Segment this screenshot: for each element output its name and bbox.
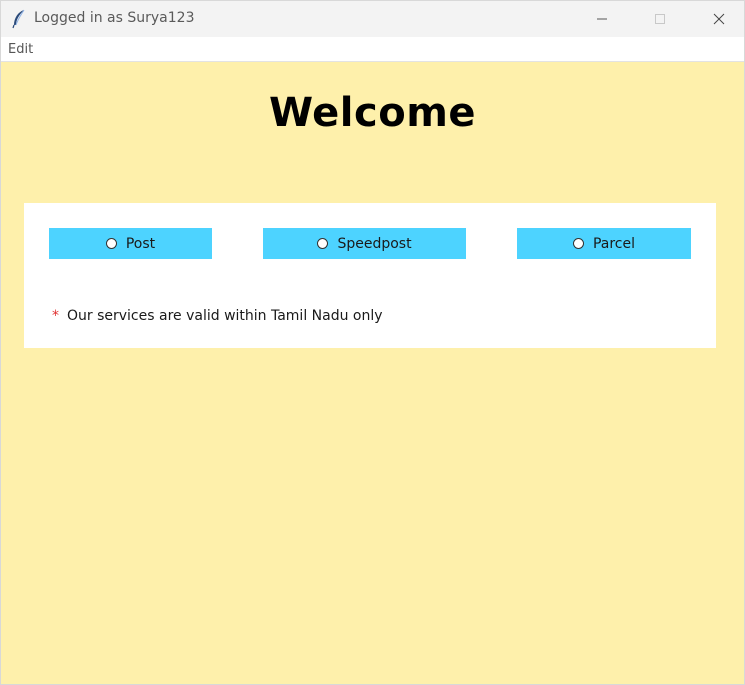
- close-icon: [713, 10, 725, 29]
- app-window: Logged in as Surya123 Edit Welcome Post …: [0, 0, 745, 685]
- maximize-icon: [654, 10, 666, 29]
- minimize-icon: [596, 10, 608, 29]
- maximize-button[interactable]: [637, 1, 683, 37]
- menu-item-edit[interactable]: Edit: [8, 42, 33, 57]
- required-marker: *: [52, 308, 59, 324]
- feather-icon: [11, 9, 27, 29]
- title-bar[interactable]: Logged in as Surya123: [1, 1, 744, 37]
- parcel-option[interactable]: Parcel: [517, 228, 691, 259]
- page-title: Welcome: [268, 90, 477, 136]
- main-content: Welcome Post Speedpost Parcel * Our servi…: [1, 62, 744, 684]
- service-note: * Our services are valid within Tamil Nad…: [52, 308, 383, 324]
- service-panel: Post Speedpost Parcel * Our services are …: [24, 203, 716, 348]
- radio-icon[interactable]: [572, 238, 584, 249]
- radio-icon[interactable]: [317, 238, 329, 249]
- speedpost-option-label: Speedpost: [337, 235, 412, 252]
- post-option-label: Post: [125, 235, 156, 252]
- close-button[interactable]: [696, 1, 742, 37]
- radio-icon[interactable]: [105, 238, 117, 249]
- menu-bar: Edit: [1, 37, 744, 62]
- minimize-button[interactable]: [579, 1, 625, 37]
- parcel-option-label: Parcel: [592, 235, 636, 252]
- post-option[interactable]: Post: [49, 228, 212, 259]
- speedpost-option[interactable]: Speedpost: [263, 228, 466, 259]
- window-title: Logged in as Surya123: [34, 10, 195, 26]
- service-note-text: Our services are valid within Tamil Nadu…: [67, 308, 383, 324]
